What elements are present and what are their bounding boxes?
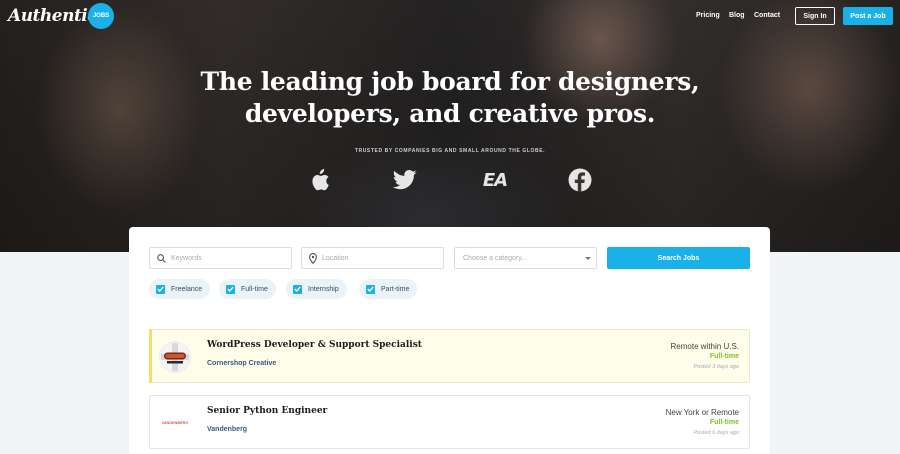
job-company[interactable]: Cornershop Creative: [207, 360, 276, 367]
job-title[interactable]: WordPress Developer & Support Specialist: [207, 340, 422, 350]
post-job-button[interactable]: Post a Job: [843, 7, 893, 25]
trusted-by-text: TRUSTED BY COMPANIES BIG AND SMALL AROUN…: [354, 148, 546, 154]
job-location: Remote within U.S.: [670, 342, 739, 351]
category-select[interactable]: Choose a category...: [454, 247, 597, 269]
nav-contact[interactable]: Contact: [754, 12, 780, 19]
category-placeholder: Choose a category...: [463, 254, 528, 262]
job-type-badge: Full-time: [709, 419, 739, 426]
job-posted-date: Posted 6 days ago: [693, 430, 739, 436]
apple-icon: [306, 167, 332, 193]
location-pin-icon: [309, 252, 317, 264]
search-panel: Keywords Location Choose a category... S…: [129, 227, 770, 454]
keywords-field[interactable]: Keywords: [149, 247, 292, 269]
filter-label: Full-time: [241, 285, 268, 293]
job-listing[interactable]: WordPress Developer & Support Specialist…: [149, 329, 750, 383]
job-location: New York or Remote: [665, 408, 739, 417]
job-title[interactable]: Senior Python Engineer: [207, 406, 327, 416]
filter-freelance[interactable]: Freelance: [149, 279, 211, 299]
search-icon: [157, 253, 166, 263]
search-jobs-button[interactable]: Search Jobs: [607, 247, 750, 269]
filter-label: Freelance: [171, 285, 203, 293]
job-company[interactable]: Vandenberg: [207, 426, 247, 433]
headline-line-2: developers, and creative pros.: [244, 99, 656, 128]
company-logo: [159, 341, 191, 373]
company-logo-text: VANDENBERG: [161, 421, 189, 425]
checkbox-checked-icon: [226, 284, 235, 294]
nav-blog[interactable]: Blog: [729, 12, 745, 19]
company-logo: VANDENBERG: [159, 407, 191, 439]
filter-label: Part-time: [381, 285, 410, 293]
job-posted-date: Posted 3 days ago: [693, 364, 739, 370]
keywords-placeholder: Keywords: [171, 254, 202, 262]
job-listing[interactable]: VANDENBERG Senior Python Engineer Vanden…: [149, 395, 750, 449]
twitter-icon: [392, 167, 418, 193]
checkbox-checked-icon: [366, 284, 375, 294]
checkbox-checked-icon: [156, 284, 165, 294]
filter-part-time[interactable]: Part-time: [359, 279, 418, 299]
dropdown-arrow-icon: [585, 257, 591, 260]
headline-line-1: The leading job board for designers,: [200, 67, 700, 96]
job-type-badge: Full-time: [709, 353, 739, 360]
filter-label: Internship: [308, 285, 339, 293]
jobs-badge[interactable]: JOBS: [88, 3, 114, 29]
filter-internship[interactable]: Internship: [286, 279, 347, 299]
ea-logo: EA: [480, 167, 510, 193]
location-field[interactable]: Location: [301, 247, 444, 269]
hero-headline: The leading job board for designers, dev…: [0, 66, 900, 130]
facebook-icon: [567, 167, 593, 193]
checkbox-checked-icon: [293, 284, 302, 294]
hero: Authentic JOBS Pricing Blog Contact Sign…: [0, 0, 900, 252]
sign-in-button[interactable]: Sign In: [795, 7, 835, 25]
filter-full-time[interactable]: Full-time: [219, 279, 276, 299]
ea-logo-text: EA: [482, 169, 508, 191]
site-logo[interactable]: Authentic: [8, 6, 98, 26]
nav-pricing[interactable]: Pricing: [696, 12, 720, 19]
location-placeholder: Location: [322, 254, 349, 262]
top-nav: Authentic JOBS Pricing Blog Contact Sign…: [0, 0, 900, 34]
